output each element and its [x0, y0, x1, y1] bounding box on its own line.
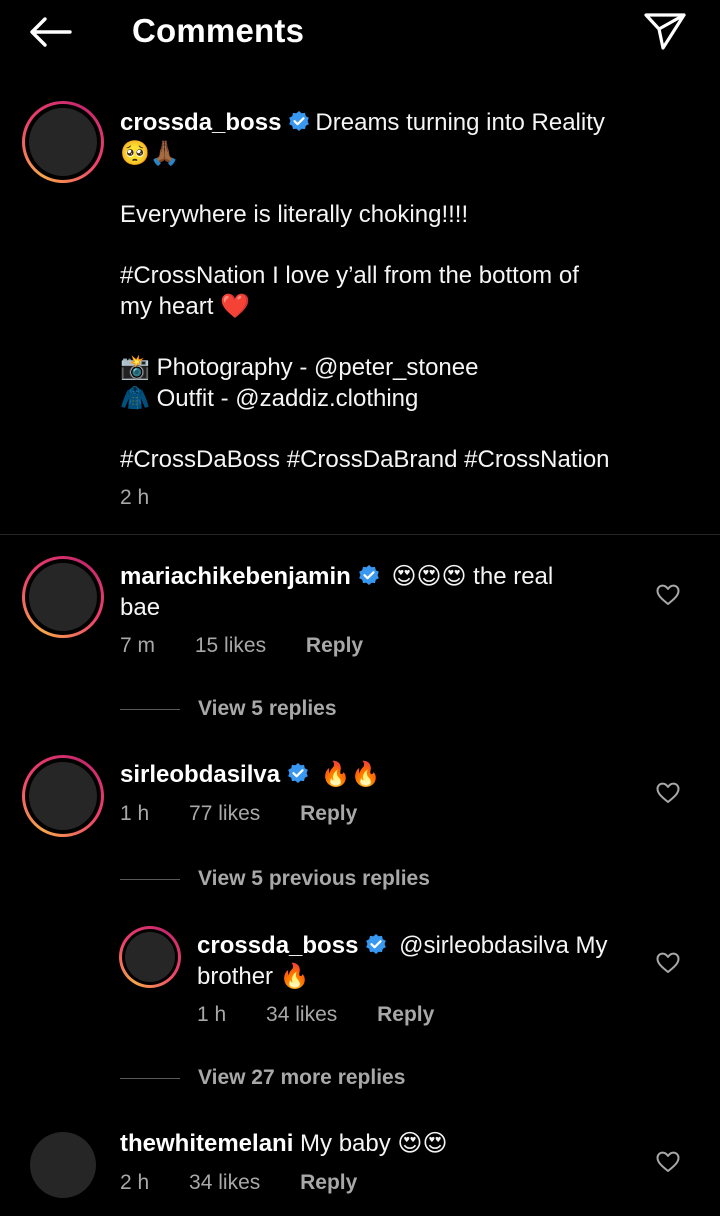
back-button[interactable]	[22, 8, 78, 56]
comment-username[interactable]: thewhitemelani	[120, 1130, 293, 1157]
comment-username[interactable]: sirleobdasilva	[120, 761, 280, 788]
like-button[interactable]	[653, 948, 683, 978]
comment-likes[interactable]: 34 likes	[189, 1171, 260, 1194]
header-bar: Comments	[0, 0, 720, 64]
verified-badge-icon	[366, 934, 387, 954]
comment-username[interactable]: mariachikebenjamin	[120, 563, 351, 590]
avatar[interactable]	[22, 755, 104, 837]
verified-badge-icon	[358, 565, 379, 585]
replies-divider-line	[120, 878, 180, 880]
replies-divider-line	[120, 708, 180, 710]
reply-button[interactable]: Reply	[300, 802, 357, 825]
comment-time: 1 h	[120, 802, 150, 825]
verified-badge-icon	[289, 111, 310, 131]
paper-plane-icon	[644, 13, 686, 50]
comment-likes[interactable]: 15 likes	[195, 634, 266, 657]
caption-line-2: Everywhere is literally choking!!!!	[120, 201, 469, 228]
caption-username[interactable]: crossda_boss	[120, 109, 281, 136]
avatar[interactable]	[22, 101, 104, 183]
heart-outline-icon	[656, 952, 680, 973]
comment-body: My baby	[300, 1130, 391, 1157]
caption-line-4: my heart	[120, 293, 214, 320]
caption-line-3: #CrossNation I love y’all from the botto…	[120, 262, 579, 289]
caption-line-1: Dreams turning into Reality	[315, 109, 605, 136]
reply-likes[interactable]: 34 likes	[266, 1003, 337, 1026]
view-replies-label: View 5 previous replies	[198, 867, 430, 890]
reply-button[interactable]: Reply	[377, 1003, 434, 1026]
photography-credit[interactable]: Photography - @peter_stonee	[157, 354, 479, 381]
comment-text: thewhitemelani My baby 😍😍	[120, 1128, 640, 1159]
reply-button[interactable]: Reply	[306, 634, 363, 657]
share-button[interactable]	[640, 7, 690, 55]
divider	[0, 534, 720, 535]
comment-meta: 1 h 77 likes Reply	[120, 802, 391, 826]
reply-body: @sirleobdasilva My	[399, 932, 608, 959]
back-arrow-icon	[30, 17, 72, 47]
avatar[interactable]	[22, 556, 104, 638]
heart-outline-icon	[656, 782, 680, 803]
view-replies-button[interactable]: View 5 previous replies	[120, 864, 430, 894]
view-replies-button[interactable]: View 5 replies	[120, 694, 337, 724]
reply-username[interactable]: crossda_boss	[197, 932, 358, 959]
reply-emoji: 🔥	[279, 962, 310, 990]
avatar[interactable]	[30, 1132, 96, 1198]
verified-badge-icon	[288, 763, 308, 783]
comment-meta: 7 m 15 likes Reply	[120, 634, 397, 658]
caption-emoji-1: 🥺🙏🏾	[120, 139, 180, 167]
like-button[interactable]	[653, 580, 683, 610]
heart-emoji: ❤️	[220, 292, 250, 320]
like-button[interactable]	[653, 778, 683, 808]
reply-time: 1 h	[197, 1003, 227, 1026]
comment-emoji: 🔥🔥	[320, 760, 381, 788]
caption-text: crossda_boss Dreams turning into Reality …	[120, 107, 690, 475]
heart-outline-icon	[656, 584, 680, 605]
camera-emoji: 📸	[120, 353, 150, 381]
page-title: Comments	[132, 12, 305, 49]
heart-outline-icon	[656, 1151, 680, 1172]
comment-likes[interactable]: 77 likes	[189, 802, 260, 825]
reply-meta: 1 h 34 likes Reply	[197, 1003, 468, 1027]
reply-button[interactable]: Reply	[300, 1171, 357, 1194]
avatar[interactable]	[119, 926, 181, 988]
view-replies-button[interactable]: View 27 more replies	[120, 1063, 405, 1093]
comment-text: sirleobdasilva 🔥🔥	[120, 759, 640, 790]
caption-timestamp: 2 h	[120, 486, 183, 510]
comment-time: 7 m	[120, 634, 156, 657]
replies-divider-line	[120, 1077, 180, 1079]
reply-text: crossda_boss @sirleobdasilva My brother …	[197, 930, 647, 992]
like-button[interactable]	[653, 1147, 683, 1177]
comment-meta: 2 h 34 likes Reply	[120, 1171, 391, 1195]
comment-emoji: 😍😍😍	[391, 562, 467, 590]
view-replies-label: View 5 replies	[198, 697, 337, 720]
comment-text: mariachikebenjamin 😍😍😍 the real bae	[120, 561, 640, 623]
comment-body-line-2: bae	[120, 594, 161, 621]
caption-hashtags[interactable]: #CrossDaBoss #CrossDaBrand #CrossNation	[120, 444, 690, 475]
comment-emoji: 😍😍	[397, 1129, 448, 1157]
outfit-credit[interactable]: Outfit - @zaddiz.clothing	[157, 385, 419, 412]
reply-body-line-2: brother	[197, 963, 274, 990]
comment-body: the real	[473, 563, 554, 590]
view-replies-label: View 27 more replies	[198, 1066, 406, 1089]
comment-time: 2 h	[120, 1171, 150, 1194]
coat-emoji: 🧥	[120, 384, 150, 412]
caption-time: 2 h	[120, 486, 150, 509]
